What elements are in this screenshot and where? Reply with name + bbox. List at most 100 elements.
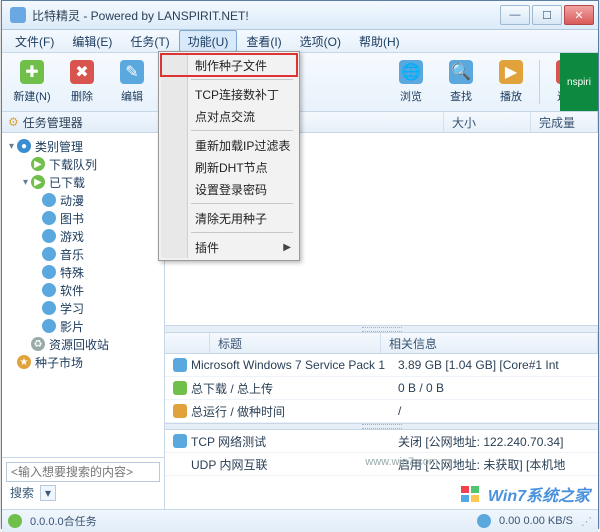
col-progress[interactable]: 完成量 <box>531 112 598 132</box>
task-manager-header: ⚙ 任务管理器 <box>2 112 164 133</box>
menu-help[interactable]: 帮助(H) <box>350 30 409 52</box>
search-panel: 搜索 ▾ <box>2 457 164 509</box>
menu-function[interactable]: 功能(U) <box>179 30 238 52</box>
task-manager-label: 任务管理器 <box>23 114 83 131</box>
sidebar: ⚙ 任务管理器 ▾●类别管理 ▶下载队列 ▾▶已下载 动漫 图书 游戏 音乐 特… <box>2 112 165 509</box>
menu-task[interactable]: 任务(T) <box>121 30 178 52</box>
queue-icon: ▶ <box>31 157 45 171</box>
title-bar: 比特精灵 - Powered by LANSPIRIT.NET! — ☐ ✕ <box>2 1 598 30</box>
menu-reload-ipfilter[interactable]: 重新加载IP过滤表 <box>161 134 297 156</box>
menu-plugins-label: 插件 <box>195 239 219 256</box>
status-bar: 0.0.0.0合任务 0.00 0.00 KB/S ⋰ <box>2 509 598 532</box>
tree-cat-movies[interactable]: 影片 <box>2 317 164 335</box>
clock-icon <box>173 404 187 418</box>
tree-category-manager[interactable]: ▾●类别管理 <box>2 137 164 155</box>
dropdown-separator <box>191 232 293 233</box>
menu-option[interactable]: 选项(O) <box>291 30 350 52</box>
toolbar-play[interactable]: ▶ 播放 <box>487 55 535 109</box>
function-dropdown: 制作种子文件 TCP连接数补丁 点对点交流 重新加载IP过滤表 刷新DHT节点 … <box>158 51 300 261</box>
tree-recycle[interactable]: ♻资源回收站 <box>2 335 164 353</box>
dot-icon <box>42 301 56 315</box>
menu-set-password[interactable]: 设置登录密码 <box>161 178 297 200</box>
minimize-button[interactable]: — <box>500 5 530 25</box>
tree-cat-anime[interactable]: 动漫 <box>2 191 164 209</box>
menu-bar: 文件(F) 编辑(E) 任务(T) 功能(U) 查看(I) 选项(O) 帮助(H… <box>2 30 598 53</box>
menu-clear-seeds[interactable]: 清除无用种子 <box>161 207 297 229</box>
search-icon: 🔍 <box>449 60 473 84</box>
info-splitter[interactable] <box>165 423 598 430</box>
tree-cat-games[interactable]: 游戏 <box>2 227 164 245</box>
dot-icon <box>42 319 56 333</box>
info-row-tcp[interactable]: TCP 网络测试 关闭 [公网地址: 122.240.70.34] <box>165 430 598 453</box>
category-tree: ▾●类别管理 ▶下载队列 ▾▶已下载 动漫 图书 游戏 音乐 特殊 软件 学习 … <box>2 133 164 457</box>
toolbar-browse[interactable]: 🌐 浏览 <box>387 55 435 109</box>
menu-file[interactable]: 文件(F) <box>6 30 63 52</box>
network-icon <box>173 434 187 448</box>
dot-icon <box>42 265 56 279</box>
col-size[interactable]: 大小 <box>444 112 531 132</box>
info-row-sp1[interactable]: Microsoft Windows 7 Service Pack 1 3.89 … <box>165 354 598 377</box>
toolbar-separator-2 <box>539 60 540 104</box>
search-label: 搜索 <box>10 484 34 501</box>
brand-logo: nspiri <box>560 53 598 111</box>
menu-view[interactable]: 查看(I) <box>237 30 290 52</box>
toolbar-find[interactable]: 🔍 查找 <box>437 55 485 109</box>
toolbar-edit[interactable]: ✎ 编辑 <box>108 55 156 109</box>
tree-cat-music[interactable]: 音乐 <box>2 245 164 263</box>
col-title[interactable]: 标题 <box>210 333 381 353</box>
tree-seed-market[interactable]: ★种子市场 <box>2 353 164 371</box>
menu-p2p-exchange[interactable]: 点对点交流 <box>161 105 297 127</box>
tree-cat-books[interactable]: 图书 <box>2 209 164 227</box>
window-title: 比特精灵 - Powered by LANSPIRIT.NET! <box>32 7 500 24</box>
menu-edit[interactable]: 编辑(E) <box>63 30 121 52</box>
menu-refresh-dht[interactable]: 刷新DHT节点 <box>161 156 297 178</box>
status-grip-icon: ⋰ <box>581 515 592 528</box>
window-controls: — ☐ ✕ <box>500 5 594 25</box>
toolbar-edit-label: 编辑 <box>121 88 143 104</box>
windows-icon <box>173 358 187 372</box>
app-icon <box>10 7 26 23</box>
delete-icon: ✖ <box>70 60 94 84</box>
info-body: Microsoft Windows 7 Service Pack 1 3.89 … <box>165 354 598 509</box>
tree-cat-special[interactable]: 特殊 <box>2 263 164 281</box>
toolbar-find-label: 查找 <box>450 88 472 104</box>
menu-tcp-patch[interactable]: TCP连接数补丁 <box>161 83 297 105</box>
toolbar: ✚ 新建(N) ✖ 删除 ✎ 编辑 🌐 浏览 🔍 查找 ▶ 播放 ⏻ 退出 <box>2 53 598 112</box>
close-button[interactable]: ✕ <box>564 5 594 25</box>
dot-icon <box>42 247 56 261</box>
dropdown-separator <box>191 203 293 204</box>
toolbar-browse-label: 浏览 <box>400 88 422 104</box>
tree-downloaded[interactable]: ▾▶已下载 <box>2 173 164 191</box>
toolbar-play-label: 播放 <box>500 88 522 104</box>
dot-icon <box>42 229 56 243</box>
toolbar-delete[interactable]: ✖ 删除 <box>58 55 106 109</box>
toolbar-delete-label: 删除 <box>71 88 93 104</box>
search-input[interactable] <box>6 462 160 482</box>
search-dropdown-button[interactable]: ▾ <box>40 485 56 501</box>
status-ok-icon <box>8 514 22 528</box>
transfer-icon <box>173 381 187 395</box>
info-row-dlup[interactable]: 总下载 / 总上传 0 B / 0 B <box>165 377 598 400</box>
tree-download-queue[interactable]: ▶下载队列 <box>2 155 164 173</box>
col-related[interactable]: 相关信息 <box>381 333 598 353</box>
toolbar-new-label: 新建(N) <box>13 88 50 104</box>
globe-icon: 🌐 <box>399 60 423 84</box>
info-row-udp[interactable]: UDP 内网互联 启用 [公网地址: 未获取] [本机地 <box>165 453 598 476</box>
menu-make-torrent[interactable]: 制作种子文件 <box>161 54 297 76</box>
done-icon: ▶ <box>31 175 45 189</box>
tree-cat-study[interactable]: 学习 <box>2 299 164 317</box>
info-row-runtime[interactable]: 总运行 / 做种时间 / <box>165 400 598 423</box>
menu-plugins[interactable]: 插件 ▶ <box>161 236 297 258</box>
recycle-icon: ♻ <box>31 337 45 351</box>
info-header: 标题 相关信息 <box>165 333 598 354</box>
chevron-right-icon: ▶ <box>283 242 291 253</box>
tree-cat-software[interactable]: 软件 <box>2 281 164 299</box>
dropdown-separator <box>191 79 293 80</box>
new-icon: ✚ <box>20 60 44 84</box>
maximize-button[interactable]: ☐ <box>532 5 562 25</box>
toolbar-new[interactable]: ✚ 新建(N) <box>8 55 56 109</box>
app-window: 比特精灵 - Powered by LANSPIRIT.NET! — ☐ ✕ 文… <box>1 0 599 529</box>
horizontal-splitter[interactable] <box>165 325 598 333</box>
folder-icon: ● <box>17 139 31 153</box>
workspace: ⚙ 任务管理器 ▾●类别管理 ▶下载队列 ▾▶已下载 动漫 图书 游戏 音乐 特… <box>2 112 598 509</box>
